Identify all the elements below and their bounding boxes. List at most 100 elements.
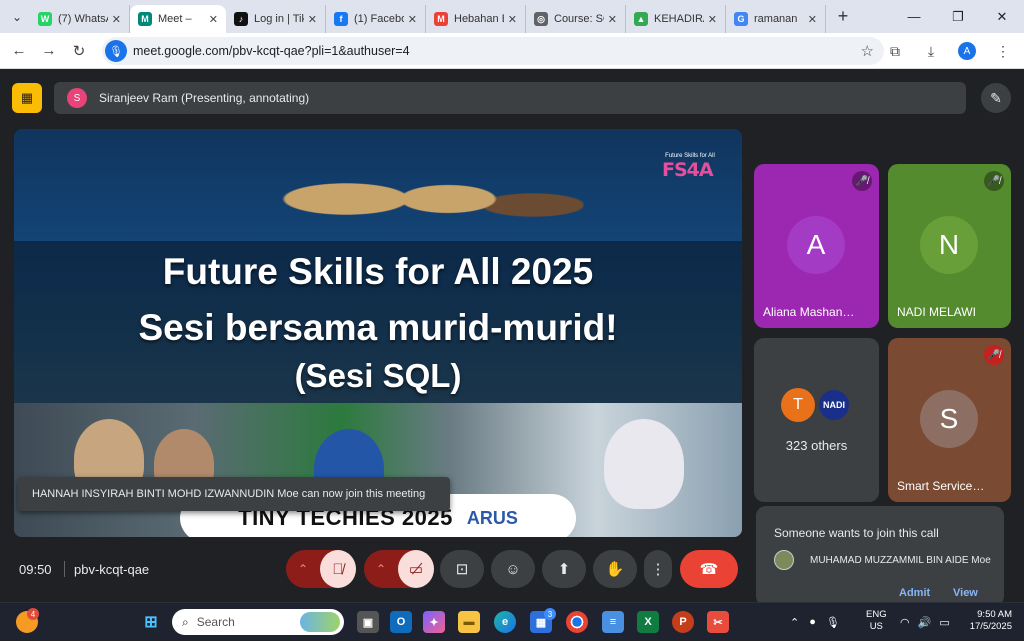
browser-tab[interactable]: ♪ Log in | Tik ✕: [226, 5, 326, 33]
others-tile[interactable]: T NADI 323 others: [754, 338, 879, 502]
restore-button[interactable]: ❐: [936, 0, 980, 33]
browser-tab[interactable]: M Meet – ✕: [130, 5, 226, 33]
slide-title-line1: Future Skills for All 2025: [162, 251, 594, 292]
notepad-icon[interactable]: ≡: [602, 611, 624, 633]
snipping-tool-icon[interactable]: ✂: [707, 611, 729, 633]
close-tab-icon[interactable]: ✕: [408, 13, 417, 26]
participant-tile-smart-service[interactable]: S 🎤̸ Smart Service…: [888, 338, 1011, 502]
volume-icon: 🔊: [917, 616, 932, 629]
back-button[interactable]: ←: [4, 36, 34, 66]
site-info-icon[interactable]: 🎙: [105, 40, 127, 62]
profile-button[interactable]: A: [952, 36, 982, 66]
bookmark-star-icon[interactable]: ☆: [861, 42, 874, 60]
view-button[interactable]: View: [953, 587, 978, 599]
participant-avatar: S: [920, 390, 978, 448]
mic-options-chevron-icon[interactable]: ⌃: [286, 550, 320, 588]
outlook-icon[interactable]: O: [390, 611, 412, 633]
join-notification-toast: HANNAH INSYIRAH BINTI MOHD IZWANNUDIN Mo…: [18, 477, 450, 511]
address-bar[interactable]: 🎙 meet.google.com/pbv-kcqt-qae?pli=1&aut…: [102, 37, 884, 65]
participant-tile-aliana[interactable]: A 🎤̸ Aliana Mashan…: [754, 164, 879, 328]
new-tab-button[interactable]: +: [830, 6, 856, 27]
close-tab-icon[interactable]: ✕: [112, 13, 121, 26]
tab-label: Course: SC: [554, 13, 604, 25]
google-icon: G: [734, 12, 748, 26]
gmail-icon: M: [434, 12, 448, 26]
requester-name: MUHAMAD MUZZAMMIL BIN AIDE Moe: [810, 555, 991, 566]
captions-icon[interactable]: ⊡: [440, 550, 484, 588]
browser-tab[interactable]: f (1) Facebo ✕: [326, 5, 426, 33]
participant-avatar: A: [787, 216, 845, 274]
meet-stage: ▦ S Siranjeev Ram (Presenting, annotatin…: [0, 70, 1024, 606]
powerpoint-icon[interactable]: P: [672, 611, 694, 633]
system-tray: ⌃ ● 🎙: [790, 603, 840, 641]
menu-kebab-icon[interactable]: ⋮: [988, 36, 1018, 66]
raise-hand-icon[interactable]: ✋: [593, 550, 637, 588]
browser-tab[interactable]: Gramanan ✕: [726, 5, 826, 33]
clock-date[interactable]: 9:50 AM 17/5/2025: [960, 609, 1012, 633]
close-tab-icon[interactable]: ✕: [209, 13, 218, 26]
download-icon[interactable]: ⤓: [916, 36, 946, 66]
search-highlight-image: [300, 612, 340, 632]
taskbar-search[interactable]: ⌕ Search: [172, 609, 344, 635]
close-tab-icon[interactable]: ✕: [308, 13, 317, 26]
camera-options-chevron-icon[interactable]: ⌃: [364, 550, 398, 588]
present-screen-icon[interactable]: ⬆: [542, 550, 586, 588]
participant-avatar: N: [920, 216, 978, 274]
close-tab-icon[interactable]: ✕: [608, 13, 617, 26]
store-badge: 3: [544, 608, 556, 620]
meet-tray-icon[interactable]: ●: [809, 616, 816, 628]
url-text[interactable]: meet.google.com/pbv-kcqt-qae?pli=1&authu…: [133, 44, 410, 58]
close-tab-icon[interactable]: ✕: [508, 13, 517, 26]
muted-mic-icon: 🎤̸: [852, 171, 872, 191]
camera-off-icon[interactable]: ▭̸: [398, 550, 434, 588]
participant-name: Smart Service…: [897, 479, 985, 493]
file-explorer-icon[interactable]: ▬: [458, 611, 480, 633]
slide-title-line3: (Sesi SQL): [294, 357, 462, 394]
language-indicator[interactable]: ENG US: [866, 609, 887, 633]
reload-button[interactable]: ↻: [64, 36, 94, 66]
stop-presenting-icon[interactable]: ▦: [12, 83, 42, 113]
browser-tab[interactable]: W (7) WhatsA ✕: [30, 5, 130, 33]
tab-label: ramanan: [754, 13, 798, 25]
more-options-icon[interactable]: ⋮: [644, 550, 672, 588]
facebook-icon: f: [334, 12, 348, 26]
network-volume-battery[interactable]: ◠ 🔊 ▭: [900, 603, 950, 641]
excel-icon[interactable]: X: [637, 611, 659, 633]
battery-icon: ▭: [939, 616, 950, 629]
close-tab-icon[interactable]: ✕: [708, 13, 717, 26]
show-hidden-icons-chevron-icon[interactable]: ⌃: [790, 616, 799, 629]
chrome-icon[interactable]: [566, 611, 588, 633]
browser-tab[interactable]: ◎ Course: SC ✕: [526, 5, 626, 33]
participant-tile-nadi-melawi[interactable]: N 🎤̸ NADI MELAWI: [888, 164, 1011, 328]
close-tab-icon[interactable]: ✕: [808, 13, 817, 26]
whatsapp-icon: W: [38, 12, 52, 26]
task-view-icon[interactable]: ▣: [357, 611, 379, 633]
browser-toolbar: ← → ↻ 🎙 meet.google.com/pbv-kcqt-qae?pli…: [0, 33, 1024, 69]
browser-tab[interactable]: M Hebahan E ✕: [426, 5, 526, 33]
browser-tab[interactable]: ▲ KEHADIRA ✕: [626, 5, 726, 33]
windows-taskbar: 4 ⊞ ⌕ Search ▣ O ✦ ▬ e ▦ 3 ≡ X P ✂ ⌃ ● 🎙…: [0, 602, 1024, 640]
close-window-button[interactable]: ✕: [980, 0, 1024, 33]
tab-label: (7) WhatsA: [58, 13, 108, 25]
tab-label: Log in | Tik: [254, 13, 304, 25]
search-icon: ⌕: [182, 614, 189, 629]
extensions-icon[interactable]: ⧉: [880, 36, 910, 66]
edge-icon[interactable]: e: [494, 611, 516, 633]
annotate-pen-icon[interactable]: ✎: [981, 83, 1011, 113]
drive-icon: ▲: [634, 12, 648, 26]
weather-badge: 4: [27, 608, 39, 620]
mic-off-icon[interactable]: 🎙̸: [320, 550, 356, 588]
profile-avatar: A: [958, 42, 976, 60]
admit-button[interactable]: Admit: [899, 587, 930, 599]
tab-search-chevron-icon[interactable]: ⌄: [4, 4, 30, 30]
microphone-icon[interactable]: 🎙: [826, 616, 840, 629]
minimize-button[interactable]: —: [892, 0, 936, 33]
emoji-reaction-icon[interactable]: ☺: [491, 550, 535, 588]
forward-button[interactable]: →: [34, 36, 64, 66]
leave-call-button[interactable]: ☎: [680, 550, 738, 588]
windows-start-icon[interactable]: ⊞: [140, 611, 162, 633]
tab-strip: ⌄ W (7) WhatsA ✕ M Meet – ✕ ♪ Log in | Tik ✕ f (1)…: [0, 0, 1024, 33]
meeting-code: pbv-kcqt-qae: [74, 562, 150, 577]
copilot-icon[interactable]: ✦: [423, 611, 445, 633]
globe-icon: ◎: [534, 12, 548, 26]
